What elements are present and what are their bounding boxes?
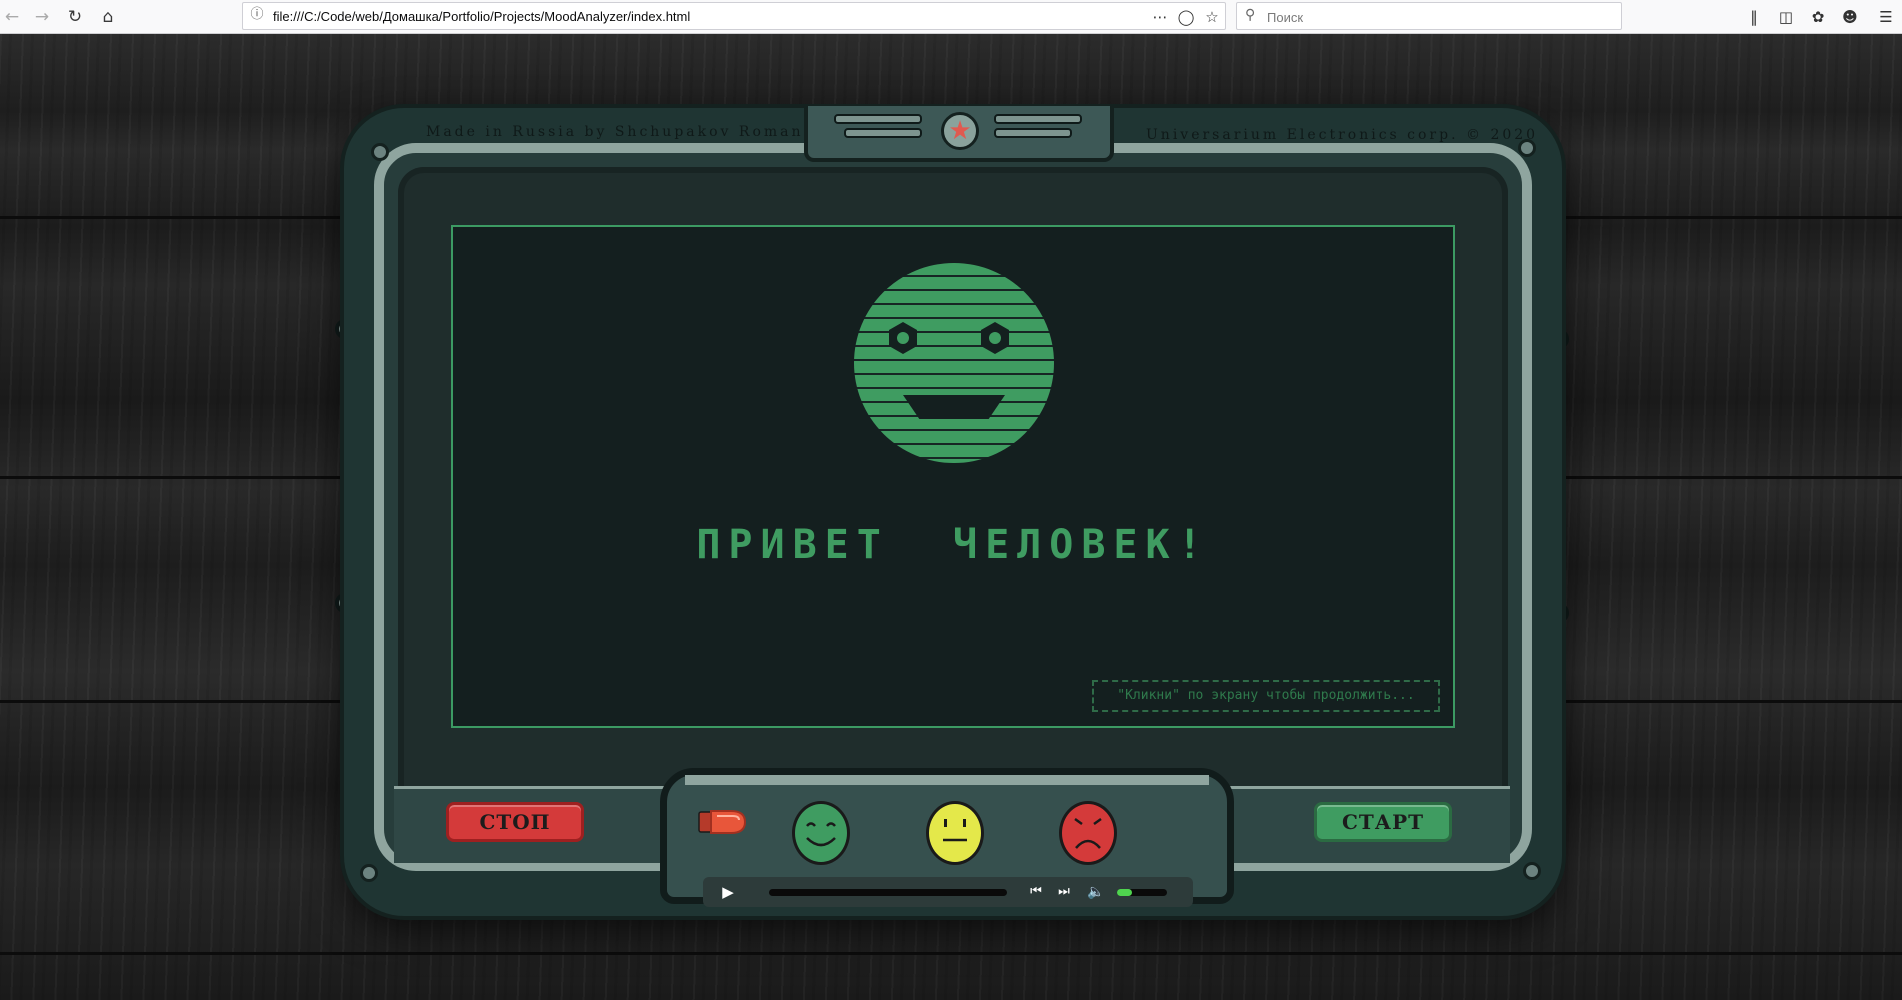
header-right-text: Universarium Electronics corp. © 2020: [1146, 127, 1539, 143]
start-button[interactable]: СТАРТ: [1314, 802, 1452, 842]
next-track-icon[interactable]: ⏭: [1053, 881, 1075, 903]
sad-face-icon: [1074, 817, 1102, 849]
star-icon: ★: [941, 112, 979, 150]
plank-divider: [0, 952, 1902, 955]
account-icon[interactable]: ☻: [1838, 5, 1862, 29]
emblem-line: [994, 114, 1082, 124]
reload-icon[interactable]: ↻: [63, 5, 87, 29]
neutral-face-icon: [943, 819, 967, 842]
volume-icon[interactable]: 🔈: [1085, 881, 1107, 903]
emblem-line: [844, 128, 922, 138]
info-icon[interactable]: ⓘ: [249, 7, 265, 23]
greeting-text: ПРИВЕТ ЧЕЛОВЕК!: [696, 522, 1210, 568]
forward-icon[interactable]: →: [30, 5, 54, 29]
emblem-line: [994, 128, 1072, 138]
volume-slider[interactable]: [1117, 889, 1167, 896]
browser-toolbar: ← → ↻ ⌂ ⓘ file:///C:/Code/web/Домашка/Po…: [0, 0, 1902, 34]
progress-bar[interactable]: [769, 889, 1007, 896]
volume-level: [1117, 889, 1132, 896]
robot-face: [854, 263, 1054, 463]
mouth: [903, 395, 1005, 419]
menu-icon[interactable]: ☰: [1874, 5, 1898, 29]
prev-track-icon[interactable]: ⏮: [1025, 881, 1047, 903]
bolt-icon: [371, 143, 389, 161]
url-bar[interactable]: ⓘ file:///C:/Code/web/Домашка/Portfolio/…: [242, 2, 1226, 30]
back-icon[interactable]: ←: [0, 5, 24, 29]
play-icon[interactable]: ▶: [717, 881, 739, 903]
search-bar[interactable]: ⚲: [1236, 2, 1622, 30]
pocket-icon[interactable]: ◯: [1175, 6, 1197, 28]
bookmark-star-icon[interactable]: ☆: [1201, 6, 1223, 28]
emblem-line: [834, 114, 922, 124]
search-icon: ⚲: [1245, 7, 1256, 23]
emblem: ★: [804, 106, 1114, 162]
search-input[interactable]: [1265, 6, 1609, 28]
audio-player: ▶ ⏮ ⏭ 🔈: [703, 877, 1193, 907]
stop-button[interactable]: СТОП: [446, 802, 584, 842]
header-left-text: Made in Russia by Shchupakov Roman: [426, 124, 804, 140]
bolt-icon: [1523, 862, 1541, 880]
extension-icon[interactable]: ✿: [1806, 5, 1830, 29]
happy-face-icon: [806, 822, 836, 847]
bolt-icon: [360, 864, 378, 882]
library-icon[interactable]: ‖: [1742, 5, 1766, 29]
sidebar-icon[interactable]: ◫: [1774, 5, 1798, 29]
happy-mood-button[interactable]: [792, 801, 850, 865]
left-eye-icon: [889, 322, 917, 354]
panel-rim: [685, 775, 1209, 785]
right-eye-icon: [981, 322, 1009, 354]
more-icon[interactable]: ⋯: [1149, 6, 1171, 28]
display-screen[interactable]: ПРИВЕТ ЧЕЛОВЕК! "Кликни" по экрану чтобы…: [451, 225, 1455, 728]
click-hint[interactable]: "Кликни" по экрану чтобы продолжить...: [1092, 680, 1440, 712]
neutral-mood-button[interactable]: [926, 801, 984, 865]
mood-panel: ▶ ⏮ ⏭ 🔈: [660, 768, 1234, 907]
sad-mood-button[interactable]: [1059, 801, 1117, 865]
bolt-icon: [1518, 139, 1536, 157]
url-text[interactable]: file:///C:/Code/web/Домашка/Portfolio/Pr…: [273, 9, 690, 24]
home-icon[interactable]: ⌂: [96, 5, 120, 29]
indicator-bullet-icon: [698, 810, 747, 834]
